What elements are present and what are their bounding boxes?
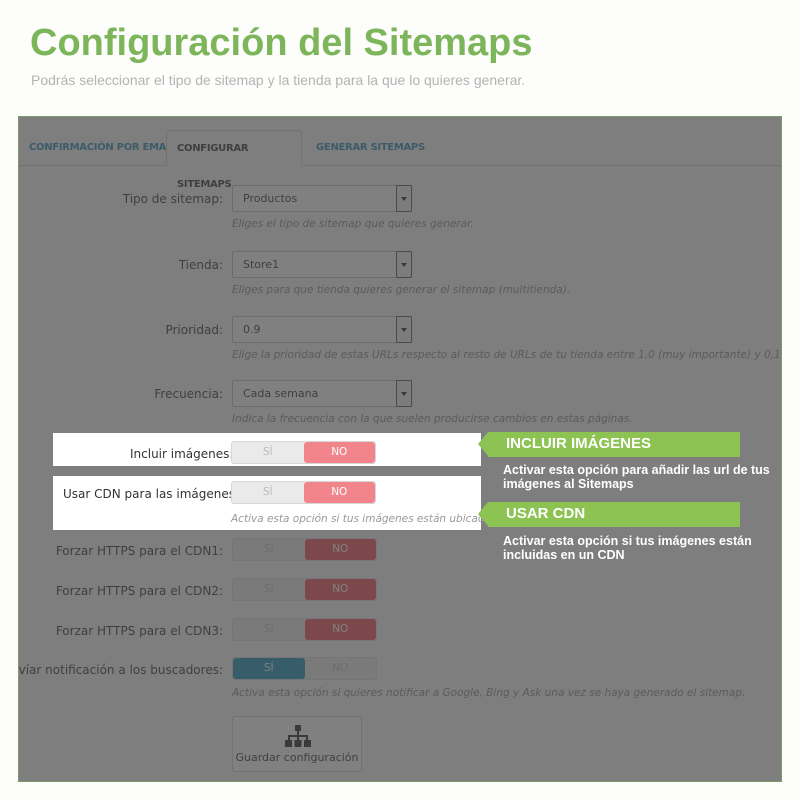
- tab-bar: CONFIRMACIÓN POR EMAIL CONFIGURAR SITEMA…: [19, 117, 781, 190]
- store-value: Store1: [243, 258, 280, 271]
- sitemap-type-select[interactable]: Productos: [232, 185, 412, 212]
- callout-include-images: INCLUIR IMÁGENES: [478, 432, 740, 457]
- callout-include-images-text: Activar esta opción para añadir las url …: [503, 463, 770, 491]
- tab-email-confirmation[interactable]: CONFIRMACIÓN POR EMAIL: [19, 130, 186, 166]
- notify-yes[interactable]: SÍ: [233, 658, 305, 679]
- https-cdn3-label: Forzar HTTPS para el CDN3:: [55, 624, 223, 638]
- use-cdn-switch[interactable]: SÍ NO: [231, 481, 376, 504]
- callout-include-images-title: INCLUIR IMÁGENES: [506, 435, 652, 452]
- chevron-down-icon[interactable]: [396, 251, 412, 278]
- include-images-no[interactable]: NO: [303, 442, 375, 463]
- https-cdn2-switch[interactable]: SÍ NO: [232, 578, 377, 601]
- https-cdn2-yes[interactable]: SÍ: [233, 579, 305, 600]
- notify-no[interactable]: NO: [305, 658, 377, 679]
- store-label: Tienda:: [178, 258, 223, 272]
- save-configuration-label: Guardar configuración: [235, 751, 359, 764]
- https-cdn1-switch[interactable]: SÍ NO: [232, 538, 377, 561]
- use-cdn-no[interactable]: NO: [303, 482, 375, 503]
- tab-configure-sitemaps[interactable]: CONFIGURAR SITEMAPS: [166, 130, 302, 190]
- use-cdn-label: Usar CDN para las imágenes:: [63, 487, 240, 501]
- use-cdn-help: Activa esta opción si tus imágenes están…: [231, 513, 507, 525]
- include-images-yes[interactable]: SÍ: [232, 442, 304, 463]
- page-subtitle: Podrás seleccionar el tipo de sitemap y …: [31, 72, 526, 88]
- sitemap-type-label: Tipo de sitemap:: [122, 192, 223, 206]
- https-cdn1-label: Forzar HTTPS para el CDN1:: [55, 544, 223, 558]
- sitemap-type-value: Productos: [243, 192, 298, 205]
- priority-label: Prioridad:: [165, 323, 223, 337]
- https-cdn2-no[interactable]: NO: [304, 579, 376, 600]
- notify-label: Envíar notificación a los buscadores:: [18, 663, 223, 677]
- https-cdn3-no[interactable]: NO: [304, 619, 376, 640]
- highlight-include-images: Incluir imágenes: SÍ NO: [53, 433, 481, 466]
- highlight-use-cdn: Usar CDN para las imágenes: SÍ NO Activa…: [53, 476, 506, 530]
- frequency-value: Cada semana: [243, 387, 319, 400]
- https-cdn2-label: Forzar HTTPS para el CDN2:: [55, 584, 223, 598]
- priority-select[interactable]: 0.9: [232, 316, 412, 343]
- frequency-help: Indica la frecuencia con la que suelen p…: [232, 413, 633, 425]
- include-images-switch[interactable]: SÍ NO: [231, 441, 376, 464]
- chevron-down-icon[interactable]: [396, 316, 412, 343]
- callout-use-cdn-text: Activar esta opción si tus imágenes está…: [503, 534, 752, 562]
- sitemap-icon: [285, 725, 311, 747]
- store-select[interactable]: Store1: [232, 251, 412, 278]
- store-help: Eliges para que tienda quieres generar e…: [232, 284, 571, 296]
- chevron-down-icon[interactable]: [396, 185, 412, 212]
- sitemap-type-help: Eliges el tipo de sitemap que quieres ge…: [232, 218, 474, 230]
- https-cdn1-no[interactable]: NO: [304, 539, 376, 560]
- callout-use-cdn: USAR CDN: [478, 502, 740, 527]
- frequency-label: Frecuencia:: [154, 387, 223, 401]
- priority-help: Elige la prioridad de estas URLs respect…: [232, 349, 782, 361]
- https-cdn3-yes[interactable]: SÍ: [233, 619, 305, 640]
- include-images-label: Incluir imágenes:: [130, 447, 234, 461]
- callout-use-cdn-title: USAR CDN: [506, 505, 586, 522]
- notify-switch[interactable]: SÍ NO: [232, 657, 377, 680]
- https-cdn1-yes[interactable]: SÍ: [233, 539, 305, 560]
- https-cdn3-switch[interactable]: SÍ NO: [232, 618, 377, 641]
- frequency-select[interactable]: Cada semana: [232, 380, 412, 407]
- priority-value: 0.9: [243, 323, 261, 336]
- chevron-down-icon[interactable]: [396, 380, 412, 407]
- use-cdn-yes[interactable]: SÍ: [232, 482, 304, 503]
- notify-help: Activa esta opción si quieres notificar …: [232, 687, 746, 699]
- tab-generate-sitemaps[interactable]: GENERAR SITEMAPS: [306, 130, 435, 166]
- page-title: Configuración del Sitemaps: [30, 22, 533, 64]
- save-configuration-button[interactable]: Guardar configuración: [232, 716, 362, 772]
